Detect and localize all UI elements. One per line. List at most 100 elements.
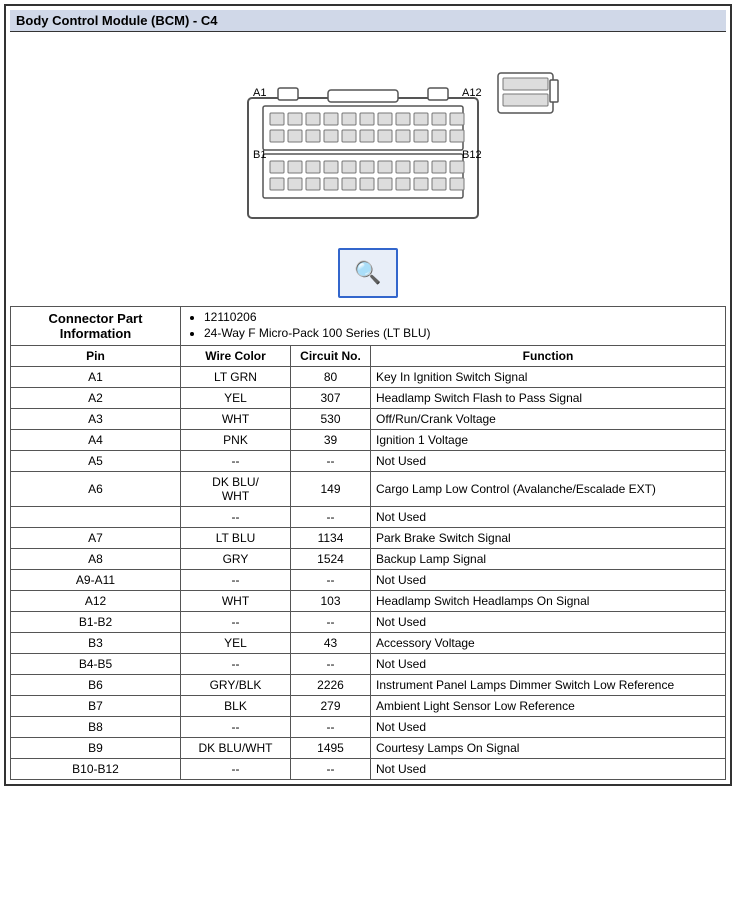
cell-pin: B9 (11, 738, 181, 759)
cell-circuit-no: 43 (291, 633, 371, 654)
cell-pin: B3 (11, 633, 181, 654)
header-function: Function (371, 346, 726, 367)
cell-function: Not Used (371, 759, 726, 780)
cell-pin: A3 (11, 409, 181, 430)
page-container: Body Control Module (BCM) - C4 (4, 4, 732, 786)
cell-wire-color: DK BLU/WHT (181, 738, 291, 759)
table-row: B9DK BLU/WHT1495Courtesy Lamps On Signal (11, 738, 726, 759)
cell-pin: B6 (11, 675, 181, 696)
cell-pin: A8 (11, 549, 181, 570)
cell-wire-color: -- (181, 717, 291, 738)
cell-pin: A7 (11, 528, 181, 549)
table-row: B4-B5----Not Used (11, 654, 726, 675)
cell-circuit-no: 1134 (291, 528, 371, 549)
cell-pin: B7 (11, 696, 181, 717)
connector-diagram-area: A1 A12 B1 B12 (10, 38, 726, 242)
cell-pin (11, 507, 181, 528)
table-row: B6GRY/BLK2226Instrument Panel Lamps Dimm… (11, 675, 726, 696)
magnify-icon-container: 🔍 (10, 248, 726, 298)
cell-wire-color: DK BLU/WHT (181, 472, 291, 507)
cell-circuit-no: 307 (291, 388, 371, 409)
cell-pin: B8 (11, 717, 181, 738)
cell-circuit-no: 1495 (291, 738, 371, 759)
cell-circuit-no: -- (291, 451, 371, 472)
cell-circuit-no: 149 (291, 472, 371, 507)
cell-circuit-no: -- (291, 570, 371, 591)
header-circuit-no: Circuit No. (291, 346, 371, 367)
cell-function: Ambient Light Sensor Low Reference (371, 696, 726, 717)
cell-circuit-no: -- (291, 654, 371, 675)
cell-pin: A5 (11, 451, 181, 472)
cell-circuit-no: -- (291, 759, 371, 780)
cell-pin: A4 (11, 430, 181, 451)
cell-wire-color: -- (181, 654, 291, 675)
cell-function: Not Used (371, 451, 726, 472)
table-row: A6DK BLU/WHT149Cargo Lamp Low Control (A… (11, 472, 726, 507)
cell-wire-color: -- (181, 612, 291, 633)
cell-wire-color: -- (181, 759, 291, 780)
svg-text:B12: B12 (462, 149, 482, 161)
table-row: B7BLK279Ambient Light Sensor Low Referen… (11, 696, 726, 717)
table-row: A1LT GRN80Key In Ignition Switch Signal (11, 367, 726, 388)
table-header-row: Pin Wire Color Circuit No. Function (11, 346, 726, 367)
cell-function: Park Brake Switch Signal (371, 528, 726, 549)
header-wire-color: Wire Color (181, 346, 291, 367)
cell-wire-color: WHT (181, 591, 291, 612)
cell-pin: A9-A11 (11, 570, 181, 591)
cell-function: Backup Lamp Signal (371, 549, 726, 570)
table-row: A7LT BLU1134Park Brake Switch Signal (11, 528, 726, 549)
cell-function: Key In Ignition Switch Signal (371, 367, 726, 388)
cell-wire-color: WHT (181, 409, 291, 430)
cell-function: Not Used (371, 654, 726, 675)
connector-table: Connector Part Information 12110206 24-W… (10, 306, 726, 780)
cell-pin: B1-B2 (11, 612, 181, 633)
header-pin: Pin (11, 346, 181, 367)
svg-text:A1: A1 (253, 87, 266, 99)
cell-function: Courtesy Lamps On Signal (371, 738, 726, 759)
table-row: B10-B12----Not Used (11, 759, 726, 780)
cell-wire-color: BLK (181, 696, 291, 717)
cell-wire-color: PNK (181, 430, 291, 451)
cell-circuit-no: 80 (291, 367, 371, 388)
cell-function: Off/Run/Crank Voltage (371, 409, 726, 430)
connector-info-row: Connector Part Information 12110206 24-W… (11, 307, 726, 346)
svg-text:B1: B1 (253, 149, 266, 161)
cell-wire-color: -- (181, 451, 291, 472)
table-row: B8----Not Used (11, 717, 726, 738)
cell-wire-color: LT BLU (181, 528, 291, 549)
cell-function: Not Used (371, 612, 726, 633)
cell-circuit-no: 39 (291, 430, 371, 451)
cell-circuit-no: 103 (291, 591, 371, 612)
cell-pin: A6 (11, 472, 181, 507)
page-title: Body Control Module (BCM) - C4 (10, 10, 726, 32)
table-row: A2YEL307Headlamp Switch Flash to Pass Si… (11, 388, 726, 409)
connector-part-info-label: Connector Part Information (11, 307, 181, 346)
cell-pin: A1 (11, 367, 181, 388)
cell-function: Headlamp Switch Headlamps On Signal (371, 591, 726, 612)
cell-circuit-no: 1524 (291, 549, 371, 570)
table-row: A5----Not Used (11, 451, 726, 472)
table-row: B1-B2----Not Used (11, 612, 726, 633)
table-row: ----Not Used (11, 507, 726, 528)
cell-wire-color: GRY (181, 549, 291, 570)
table-row: A4PNK39Ignition 1 Voltage (11, 430, 726, 451)
cell-wire-color: YEL (181, 388, 291, 409)
cell-wire-color: GRY/BLK (181, 675, 291, 696)
part-number: 12110206 (204, 310, 720, 324)
cell-circuit-no: -- (291, 507, 371, 528)
table-row: A8GRY1524Backup Lamp Signal (11, 549, 726, 570)
table-row: B3YEL43Accessory Voltage (11, 633, 726, 654)
cell-function: Accessory Voltage (371, 633, 726, 654)
cell-wire-color: -- (181, 507, 291, 528)
cell-wire-color: -- (181, 570, 291, 591)
part-info-cell: 12110206 24-Way F Micro-Pack 100 Series … (181, 307, 726, 346)
cell-function: Not Used (371, 717, 726, 738)
cell-circuit-no: -- (291, 717, 371, 738)
cell-function: Headlamp Switch Flash to Pass Signal (371, 388, 726, 409)
table-row: A12WHT103Headlamp Switch Headlamps On Si… (11, 591, 726, 612)
cell-pin: B10-B12 (11, 759, 181, 780)
cell-pin: A12 (11, 591, 181, 612)
cell-circuit-no: 2226 (291, 675, 371, 696)
magnify-icon[interactable]: 🔍 (338, 248, 398, 298)
cell-function: Instrument Panel Lamps Dimmer Switch Low… (371, 675, 726, 696)
